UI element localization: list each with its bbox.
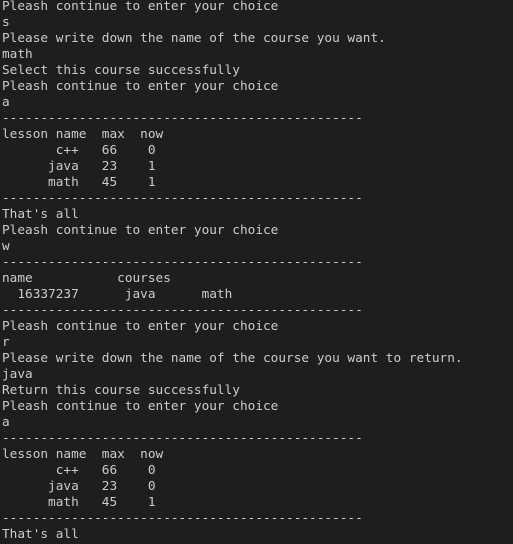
terminal-line: math 45 1 — [2, 495, 156, 510]
terminal-line: ----------------------------------------… — [2, 303, 363, 318]
terminal-line: Pleash continue to enter your choice — [2, 319, 279, 334]
terminal-line: java 23 1 — [2, 159, 156, 174]
terminal-line: Please write down the name of the course… — [2, 351, 463, 366]
terminal-line: java — [2, 367, 33, 382]
terminal-window[interactable]: Pleash continue to enter your choice s Ple… — [0, 0, 513, 544]
terminal-line: 16337237 java math — [2, 287, 233, 302]
terminal-line: ----------------------------------------… — [2, 511, 363, 526]
terminal-line: Pleash continue to enter your choice — [2, 399, 279, 414]
terminal-line: Pleash continue to enter your choice — [2, 0, 279, 14]
terminal-line: w — [2, 239, 10, 254]
terminal-line: ----------------------------------------… — [2, 255, 363, 270]
terminal-line: java 23 0 — [2, 479, 156, 494]
terminal-line: math 45 1 — [2, 175, 156, 190]
terminal-line: lesson name max now — [2, 127, 164, 142]
terminal-line: a — [2, 415, 10, 430]
terminal-line: Select this course successfully — [2, 63, 240, 78]
terminal-line: s — [2, 15, 10, 30]
terminal-line: Return this course successfully — [2, 383, 240, 398]
terminal-line: ----------------------------------------… — [2, 431, 363, 446]
terminal-line: ----------------------------------------… — [2, 111, 363, 126]
terminal-line: r — [2, 335, 10, 350]
terminal-line: That's all — [2, 207, 79, 222]
terminal-line: c++ 66 0 — [2, 463, 156, 478]
terminal-line: name courses — [2, 271, 171, 286]
terminal-line: lesson name max now — [2, 447, 164, 462]
terminal-line: That's all — [2, 527, 79, 542]
terminal-line: Please write down the name of the course… — [2, 31, 386, 46]
terminal-line: Pleash continue to enter your choice — [2, 79, 279, 94]
terminal-line: a — [2, 95, 10, 110]
terminal-line: c++ 66 0 — [2, 143, 156, 158]
terminal-line: math — [2, 47, 33, 62]
terminal-line: ----------------------------------------… — [2, 191, 363, 206]
terminal-output: Pleash continue to enter your choice s Ple… — [2, 0, 463, 543]
terminal-line: Pleash continue to enter your choice — [2, 223, 279, 238]
